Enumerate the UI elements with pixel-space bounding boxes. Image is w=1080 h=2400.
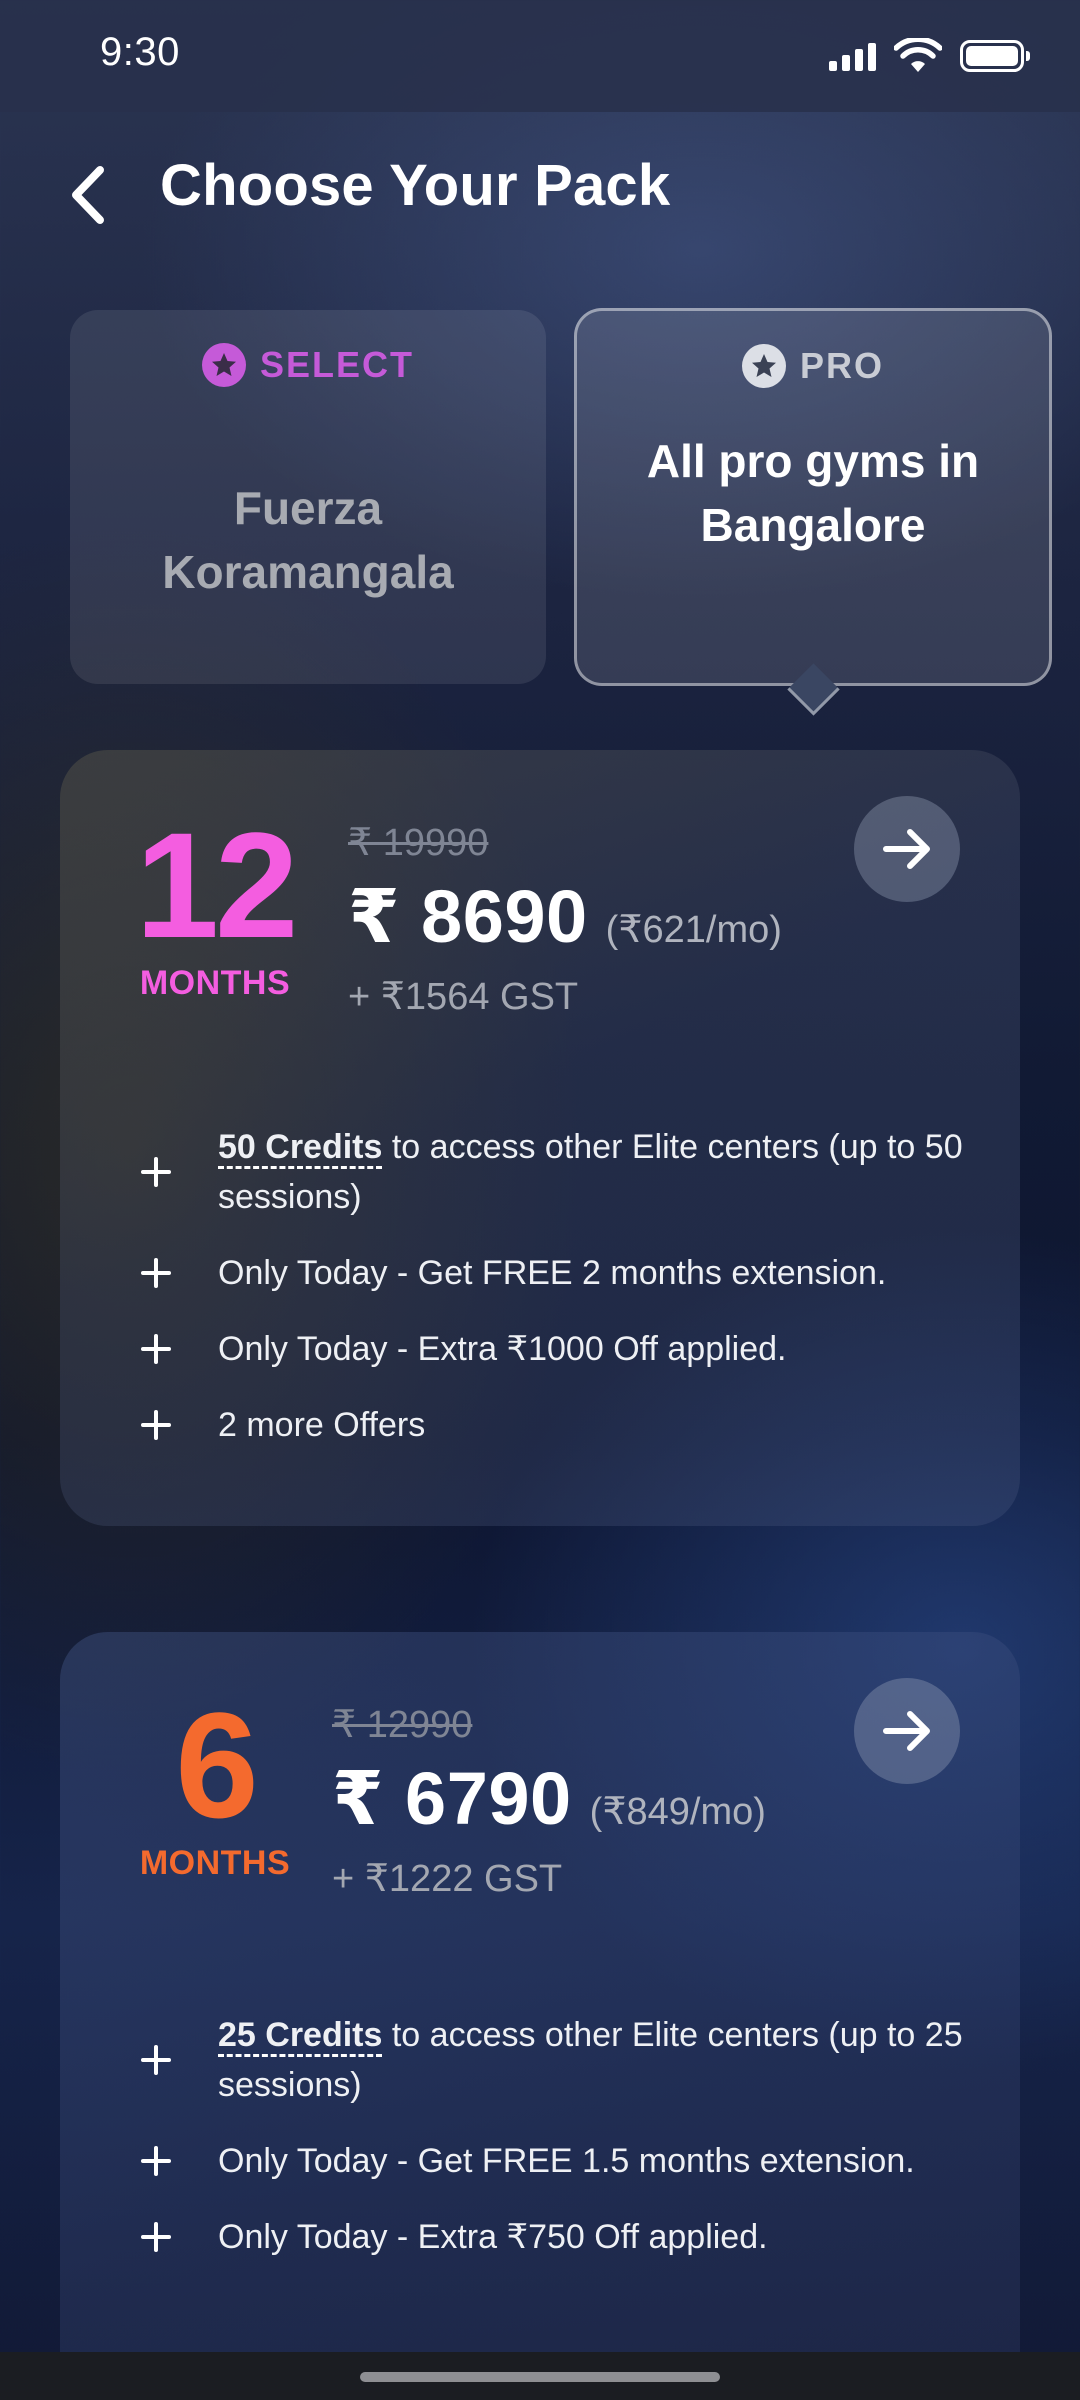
pack-duration: 6 MONTHS xyxy=(130,1690,300,1883)
offer-text: Only Today - Get FREE 2 months extension… xyxy=(218,1254,887,1292)
price-block: ₹ 12990 ₹ 6790 (₹849/mo) + ₹1222 GST xyxy=(332,1702,766,1901)
pack-price: ₹ 6790 xyxy=(332,1757,572,1840)
per-month-price: (₹621/mo) xyxy=(605,909,782,951)
home-indicator[interactable] xyxy=(360,2372,720,2382)
plus-icon xyxy=(138,1331,174,1367)
offer-item: Only Today - Get FREE 2 months extension… xyxy=(138,1248,970,1298)
status-icons xyxy=(829,36,1030,76)
select-pack-button[interactable] xyxy=(854,1678,960,1784)
battery-icon xyxy=(960,40,1030,72)
star-badge-icon xyxy=(741,344,786,388)
more-offers-link[interactable]: 2 more Offers xyxy=(138,1400,970,1450)
plus-icon xyxy=(138,1407,174,1443)
offer-text: Only Today - Extra ₹750 Off applied. xyxy=(218,2218,768,2256)
tier-tab-select[interactable]: SELECT Fuerza Koramangala xyxy=(70,310,546,684)
wifi-icon xyxy=(894,38,942,72)
cellular-signal-icon xyxy=(829,41,876,71)
offer-item: Only Today - Extra ₹750 Off applied. xyxy=(138,2212,970,2262)
duration-number: 12 xyxy=(135,801,299,969)
duration-unit: MONTHS xyxy=(139,1844,291,1882)
status-time: 9:30 xyxy=(100,30,180,74)
star-badge-icon xyxy=(201,343,246,387)
tier-name: PRO xyxy=(799,345,884,386)
page-title: Choose Your Pack xyxy=(160,153,671,218)
plus-icon xyxy=(138,1255,174,1291)
offer-item: Only Today - Extra ₹1000 Off applied. xyxy=(138,1324,970,1374)
offer-text: Only Today - Get FREE 1.5 months extensi… xyxy=(218,2142,915,2180)
gst-amount: + ₹1222 GST xyxy=(332,1858,563,1900)
gst-amount: + ₹1564 GST xyxy=(348,976,579,1018)
arrow-right-icon xyxy=(883,1711,930,1751)
pack-duration: 12 MONTHS xyxy=(130,810,300,1003)
original-price: ₹ 19990 xyxy=(348,822,489,864)
plus-icon xyxy=(138,2219,174,2255)
plus-icon xyxy=(138,2143,174,2179)
tier-description: All pro gyms in Bangalore xyxy=(646,435,980,551)
credits-link[interactable]: 50 Credits xyxy=(218,1128,383,1169)
header: Choose Your Pack xyxy=(0,112,1080,262)
offer-text: 50 Credits to access other Elite centers… xyxy=(218,1128,963,1216)
offer-list: 25 Credits to access other Elite centers… xyxy=(138,2010,970,2288)
offer-text: 2 more Offers xyxy=(218,1406,426,1444)
tier-tab-pro[interactable]: PRO All pro gyms in Bangalore xyxy=(574,308,1052,686)
offer-list: 50 Credits to access other Elite centers… xyxy=(138,1122,970,1476)
arrow-right-icon xyxy=(883,829,930,869)
select-pack-button[interactable] xyxy=(854,796,960,902)
pack-price: ₹ 8690 xyxy=(348,875,588,958)
chevron-left-icon xyxy=(72,166,104,224)
credits-link[interactable]: 25 Credits xyxy=(218,2016,383,2057)
pack-card-6-months[interactable]: 6 MONTHS ₹ 12990 ₹ 6790 (₹849/mo) + ₹122… xyxy=(60,1632,1020,2400)
pack-card-12-months[interactable]: 12 MONTHS ₹ 19990 ₹ 8690 (₹621/mo) + ₹15… xyxy=(60,750,1020,1526)
plus-icon xyxy=(138,1154,174,1190)
offer-text: Only Today - Extra ₹1000 Off applied. xyxy=(218,1330,787,1368)
per-month-price: (₹849/mo) xyxy=(589,1791,766,1833)
offer-text: 25 Credits to access other Elite centers… xyxy=(218,2016,963,2104)
back-button[interactable] xyxy=(64,160,114,230)
offer-item: 50 Credits to access other Elite centers… xyxy=(138,1122,970,1222)
offer-item: 25 Credits to access other Elite centers… xyxy=(138,2010,970,2110)
offer-item: Only Today - Get FREE 1.5 months extensi… xyxy=(138,2136,970,2186)
duration-unit: MONTHS xyxy=(139,964,291,1002)
duration-number: 6 xyxy=(175,1681,258,1849)
tier-name: SELECT xyxy=(259,344,414,385)
home-indicator-bar xyxy=(0,2352,1080,2400)
tier-description: Fuerza Koramangala xyxy=(162,482,454,598)
plus-icon xyxy=(138,2042,174,2078)
original-price: ₹ 12990 xyxy=(332,1704,473,1746)
price-block: ₹ 19990 ₹ 8690 (₹621/mo) + ₹1564 GST xyxy=(348,820,782,1019)
status-bar: 9:30 xyxy=(0,0,1080,112)
